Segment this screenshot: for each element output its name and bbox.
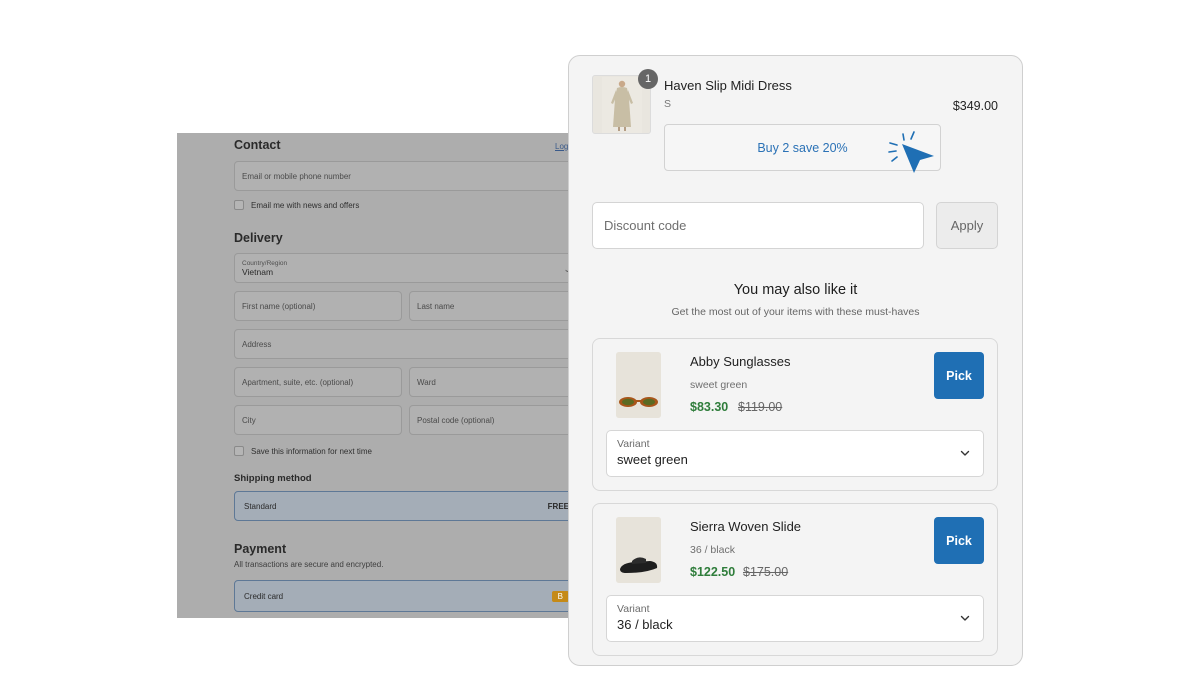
- slide-sandal-image: [616, 517, 661, 583]
- dress-image: [601, 76, 642, 133]
- card-brand-badge: B: [551, 590, 569, 602]
- product-variant: 36 / black: [690, 544, 735, 556]
- discount-code-input[interactable]: [592, 202, 924, 249]
- product-thumbnail: [616, 517, 661, 583]
- apartment-field[interactable]: Apartment, suite, etc. (optional): [234, 367, 402, 397]
- product-compare-price: $119.00: [738, 400, 783, 414]
- product-name: Sierra Woven Slide: [690, 519, 802, 534]
- product-thumbnail: [616, 352, 661, 418]
- promo-label: Buy 2 save 20%: [757, 140, 848, 155]
- cart-panel: 1 Haven Slip Midi Dress S $349.00 Buy 2 …: [568, 55, 1023, 666]
- variant-select-label: Variant: [617, 603, 650, 615]
- payment-heading: Payment: [234, 542, 287, 556]
- shipping-option-label: Standard: [244, 501, 277, 511]
- cart-item-price: $349.00: [952, 99, 998, 113]
- pick-button[interactable]: Pick: [934, 517, 984, 564]
- variant-select-value: 36 / black: [617, 617, 673, 632]
- chevron-down-icon: [960, 450, 970, 456]
- checkbox-icon: [234, 200, 244, 210]
- recommendation-card: Abby Sunglasses sweet green $83.30 $119.…: [592, 338, 998, 491]
- product-sale-price: $83.30: [690, 400, 729, 414]
- pointer-cursor-icon: [888, 131, 934, 173]
- country-select[interactable]: Country/Region Vietnam ⌄: [234, 253, 577, 283]
- ward-field[interactable]: Ward: [409, 367, 577, 397]
- checkout-background: Contact Log Email or mobile phone number…: [177, 133, 577, 618]
- city-field[interactable]: City: [234, 405, 402, 435]
- delivery-heading: Delivery: [234, 231, 283, 245]
- address-field[interactable]: Address: [234, 329, 577, 359]
- address-placeholder: Address: [242, 339, 272, 349]
- email-placeholder: Email or mobile phone number: [242, 171, 351, 181]
- recommendation-card: Sierra Woven Slide 36 / black $122.50 $1…: [592, 503, 998, 656]
- chevron-down-icon: [960, 615, 970, 621]
- quantity-badge: 1: [638, 69, 658, 89]
- variant-select-value: sweet green: [617, 452, 688, 467]
- shipping-option[interactable]: Standard FREE: [234, 491, 577, 521]
- product-variant: sweet green: [690, 379, 748, 391]
- recommendations-subtitle: Get the most out of your items with thes…: [671, 306, 920, 318]
- postal-placeholder: Postal code (optional): [417, 415, 495, 425]
- sunglasses-image: [616, 352, 661, 418]
- product-sale-price: $122.50: [690, 565, 736, 579]
- country-value: Vietnam: [242, 266, 274, 277]
- payment-subtitle: All transactions are secure and encrypte…: [234, 560, 384, 569]
- recommendations-title: You may also like it: [733, 282, 858, 298]
- last-name-field[interactable]: Last name: [409, 291, 577, 321]
- country-label: Country/Region: [242, 259, 288, 267]
- variant-select[interactable]: Variant sweet green: [606, 430, 984, 477]
- save-info-checkbox[interactable]: Save this information for next time: [234, 446, 372, 456]
- product-compare-price: $175.00: [743, 565, 789, 579]
- payment-option[interactable]: Credit card B: [234, 580, 577, 612]
- variant-select-label: Variant: [617, 438, 650, 450]
- ward-placeholder: Ward: [417, 377, 436, 387]
- first-name-field[interactable]: First name (optional): [234, 291, 402, 321]
- city-placeholder: City: [242, 415, 256, 425]
- variant-select[interactable]: Variant 36 / black: [606, 595, 984, 642]
- last-name-placeholder: Last name: [417, 301, 455, 311]
- product-name: Abby Sunglasses: [690, 354, 791, 369]
- shipping-heading: Shipping method: [234, 473, 312, 484]
- cart-item-name: Haven Slip Midi Dress: [664, 78, 792, 93]
- checkbox-icon: [234, 446, 244, 456]
- apartment-placeholder: Apartment, suite, etc. (optional): [242, 377, 354, 387]
- login-link[interactable]: Log: [555, 142, 568, 151]
- first-name-placeholder: First name (optional): [242, 301, 316, 311]
- cart-item-variant: S: [664, 98, 672, 110]
- contact-heading: Contact: [234, 138, 281, 152]
- shipping-price: FREE: [547, 501, 569, 511]
- postal-code-field[interactable]: Postal code (optional): [409, 405, 577, 435]
- email-news-label: Email me with news and offers: [251, 200, 360, 210]
- email-field[interactable]: Email or mobile phone number: [234, 161, 577, 191]
- pick-button[interactable]: Pick: [934, 352, 984, 399]
- apply-discount-button[interactable]: Apply: [936, 202, 998, 249]
- save-info-label: Save this information for next time: [251, 446, 372, 456]
- email-news-checkbox[interactable]: Email me with news and offers: [234, 200, 359, 210]
- payment-option-label: Credit card: [244, 591, 284, 601]
